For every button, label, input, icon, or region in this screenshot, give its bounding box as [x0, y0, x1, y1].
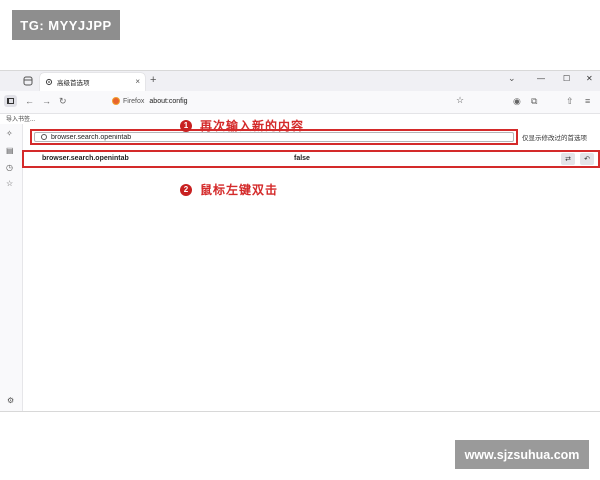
url-text[interactable]: about:config [149, 98, 187, 105]
import-bookmarks-link[interactable]: 导入书签... [6, 114, 35, 123]
tab-overview-icon[interactable] [22, 75, 34, 87]
maximize-button[interactable]: ☐ [563, 74, 570, 83]
account-icon[interactable]: ◉ [513, 96, 521, 107]
annotation-1: 1 再次输入新的内容 [180, 117, 304, 134]
annotation-text-2: 鼠标左键双击 [200, 183, 279, 197]
close-tab-icon[interactable]: × [135, 77, 140, 86]
search-input[interactable] [51, 133, 451, 141]
pref-row[interactable]: browser.search.openintab false ⇄ ↶ [22, 150, 600, 168]
customize-sidebar-gear-icon[interactable]: ⚙ [7, 396, 14, 405]
browser-window: 高级首选项 × + ⌄ — ☐ ✕ ← → ↻ Firefox about:co… [0, 70, 600, 412]
new-tab-button[interactable]: + [150, 74, 156, 86]
sidebar-toggle-button[interactable] [4, 95, 17, 107]
extensions-icon[interactable]: ⧉ [531, 96, 537, 107]
annotation-badge-2: 2 [180, 183, 192, 196]
toggle-button[interactable]: ⇄ [561, 153, 575, 165]
reload-button[interactable]: ↻ [59, 96, 67, 107]
top-watermark: TG: MYYJJPP [12, 10, 120, 40]
nav-toolbar: ← → ↻ Firefox about:config ☆ ◉ ⧉ ⇧ ≡ [0, 91, 600, 114]
pref-name: browser.search.openintab [42, 155, 129, 162]
menu-icon[interactable]: ≡ [585, 96, 590, 106]
show-modified-only-checkbox[interactable]: 仅显示修改过的首选项 [522, 132, 587, 142]
tab-title: 高级首选项 [57, 80, 90, 87]
bookmark-star-icon[interactable]: ☆ [456, 95, 464, 106]
identity-label: Firefox [123, 97, 145, 105]
history-icon[interactable]: ◷ [6, 163, 13, 172]
reset-button[interactable]: ↶ [580, 153, 594, 165]
share-icon[interactable]: ⇧ [566, 96, 574, 107]
about-config-page: 仅显示修改过的首选项 browser.search.openintab fals… [22, 119, 600, 411]
firefox-icon [112, 97, 120, 105]
pref-value[interactable]: false [294, 155, 310, 162]
url-bar[interactable]: Firefox about:config [112, 93, 472, 109]
gear-icon [45, 78, 53, 86]
forward-button[interactable]: → [42, 96, 51, 106]
annotation-text-1: 再次输入新的内容 [200, 119, 305, 133]
annotation-2: 2 鼠标左键双击 [180, 181, 278, 198]
close-window-button[interactable]: ✕ [586, 74, 593, 83]
ai-chat-icon[interactable]: ✧ [6, 129, 13, 138]
bottom-watermark: www.sjzsuhua.com [455, 440, 589, 469]
bookmarks-icon[interactable]: ☆ [6, 179, 13, 188]
chevron-down-icon[interactable]: ⌄ [508, 73, 516, 84]
tab-strip: 高级首选项 × + ⌄ — ☐ ✕ [0, 71, 600, 91]
search-icon [41, 134, 47, 140]
minimize-button[interactable]: — [537, 74, 545, 83]
sidebar-icon [7, 98, 14, 104]
annotation-badge-1: 1 [180, 119, 192, 132]
back-button[interactable]: ← [25, 96, 34, 106]
synced-tabs-icon[interactable]: ▤ [6, 146, 14, 155]
sidebar-rail: ✧ ▤ ◷ ☆ ⚙ [0, 124, 23, 411]
tab-advanced-preferences[interactable]: 高级首选项 × [40, 73, 145, 91]
